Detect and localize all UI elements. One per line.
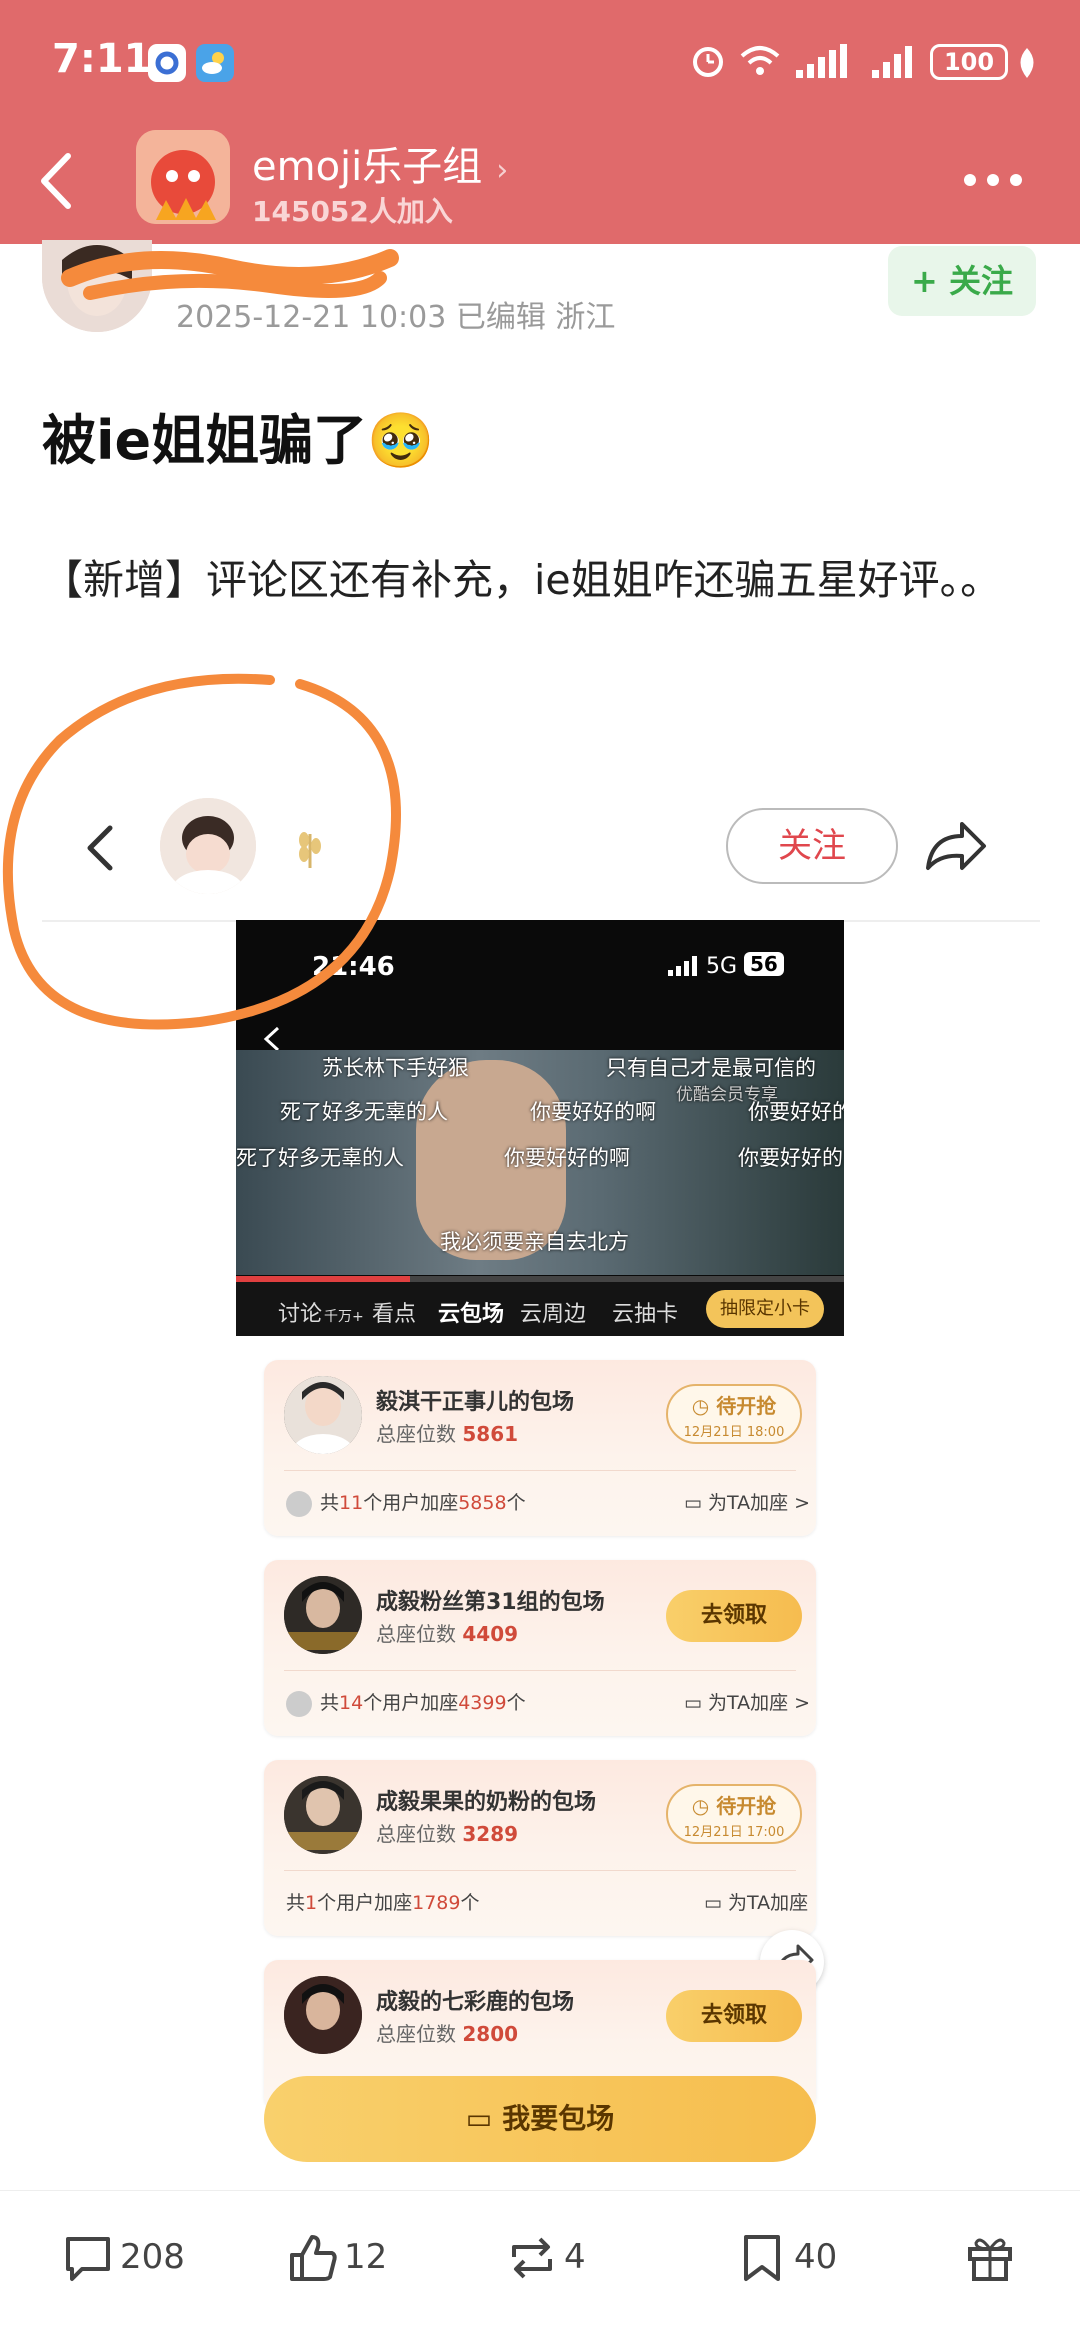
group-avatar[interactable]	[136, 130, 230, 224]
danmaku: 你要好好的	[748, 1100, 844, 1124]
shot-network: 5G	[706, 954, 738, 979]
comment-count: 208	[120, 2237, 185, 2277]
danmaku: 死了好多无辜的人	[236, 1146, 404, 1170]
danmaku: 只有自己才是最可信的	[606, 1056, 816, 1080]
comment-button[interactable]: 208	[62, 2231, 185, 2291]
sofa-icon: ▭	[684, 1492, 702, 1514]
theater-card: 成毅果果的奶粉的包场 总座位数 3289 ◷ 待开抢 12月21日 17:00 …	[264, 1760, 816, 1936]
bottom-action-bar: 208 12 4 40	[0, 2190, 1080, 2331]
danmaku: 我必须要亲自去北方	[440, 1230, 629, 1254]
comment-icon	[66, 2237, 110, 2281]
signal-icon-2	[870, 44, 920, 84]
card-title: 成毅粉丝第31组的包场	[376, 1590, 605, 1615]
shot-tab-bar: 讨论 千万+ 看点 云包场 云周边 云抽卡 抽限定小卡	[236, 1282, 844, 1336]
sofa-icon: ▭	[704, 1892, 722, 1914]
tab-discussion: 讨论 千万+	[278, 1302, 364, 1327]
card-seats: 总座位数 3289	[376, 1822, 519, 1846]
tab-highlights: 看点	[372, 1302, 417, 1327]
chevron-right-icon: ›	[496, 153, 509, 188]
card-avatar	[284, 1376, 362, 1454]
danmaku: 你要好好的啊	[530, 1100, 656, 1124]
card-avatar	[284, 1576, 362, 1654]
repost-count: 4	[564, 2237, 586, 2277]
tab-cloud-cards: 云抽卡	[612, 1302, 679, 1327]
thumbs-up-icon	[290, 2235, 337, 2281]
bookmark-icon	[744, 2235, 780, 2281]
more-options-button[interactable]	[958, 160, 1028, 200]
share-icon	[922, 816, 988, 876]
member-count: 145052人加入	[252, 195, 453, 228]
book-theater-button: ▭ 我要包场	[264, 2076, 816, 2162]
card-add-seat: ▭ 为TA加座 >	[684, 1692, 811, 1714]
card-users: 共14个用户加座4399个	[286, 1688, 526, 1717]
card-avatar	[284, 1776, 362, 1854]
pending-date: 12月21日 17:00	[683, 1825, 785, 1840]
gift-button[interactable]	[964, 2231, 1016, 2291]
danmaku: 死了好多无辜的人	[280, 1100, 448, 1124]
wifi-icon	[738, 40, 782, 84]
shot-signal-badge: 56	[744, 952, 784, 976]
follow-author-button[interactable]: + 关注	[888, 246, 1036, 316]
tab-cloud-theater: 云包场	[438, 1302, 505, 1327]
pending-badge: ◷ 待开抢 12月21日 18:00	[666, 1384, 802, 1444]
pending-date: 12月21日 18:00	[683, 1425, 785, 1440]
repost-button[interactable]: 4	[506, 2231, 586, 2291]
card-add-seat: ▭ 为TA加座 >	[684, 1492, 811, 1514]
more-dots-icon	[286, 1690, 312, 1717]
card-users: 共11个用户加座5858个	[286, 1488, 526, 1517]
card-title: 成毅的七彩鹿的包场	[376, 1990, 575, 2015]
like-count: 12	[344, 2237, 388, 2277]
theater-card: 成毅粉丝第31组的包场 总座位数 4409 去领取 共14个用户加座4399个 …	[264, 1560, 816, 1736]
embedded-screenshot: 21:46 5G 56 苏长林下手好狠 只有自己才是最可信的 优酷会员专享 死了…	[236, 920, 844, 2190]
danmaku: 苏长林下手好狠	[322, 1056, 469, 1080]
card-title: 成毅果果的奶粉的包场	[376, 1790, 597, 1815]
card-title: 毅淇干正事儿的包场	[376, 1390, 575, 1415]
pending-label: ◷ 待开抢	[691, 1394, 777, 1418]
repost-icon	[512, 2237, 552, 2279]
battery-indicator: 100	[930, 44, 1008, 80]
sofa-icon: ▭	[684, 1692, 702, 1714]
status-time: 7:11	[52, 36, 152, 82]
app-notification-icon	[148, 44, 186, 82]
claim-button: 去领取	[666, 1590, 802, 1642]
favorite-count: 40	[794, 2237, 838, 2277]
card-seats: 总座位数 4409	[376, 1622, 519, 1646]
danmaku: 你要好好的	[738, 1146, 843, 1170]
post-title: 被ie姐姐骗了🥹	[42, 409, 435, 472]
theater-card: 毅淇干正事儿的包场 总座位数 5861 ◷ 待开抢 12月21日 18:00 共…	[264, 1360, 816, 1536]
pending-badge: ◷ 待开抢 12月21日 17:00	[666, 1784, 802, 1844]
card-avatar	[284, 1976, 362, 2054]
card-users: 共1个用户加座1789个	[286, 1892, 480, 1914]
favorite-button[interactable]: 40	[736, 2231, 837, 2291]
more-dots-icon	[286, 1490, 312, 1517]
post-meta: 2025-12-21 10:03 已编辑 浙江	[176, 300, 616, 335]
group-name-text: emoji乐子组	[252, 144, 483, 190]
weather-icon	[196, 44, 234, 82]
annotation-circle	[2, 673, 401, 1030]
claim-button: 去领取	[666, 1990, 802, 2042]
tab-cloud-merch: 云周边	[520, 1302, 587, 1327]
card-seats: 总座位数 2800	[376, 2022, 519, 2046]
post-body: 【新增】评论区还有补充，ie姐姐咋还骗五星好评。。	[42, 556, 1002, 604]
limited-card-button: 抽限定小卡	[706, 1290, 824, 1328]
signal-icon	[792, 44, 856, 84]
inner-follow-label: 关注	[726, 808, 898, 884]
clock-icon: ◷	[691, 1794, 710, 1818]
group-header: emoji乐子组 › 145052人加入	[0, 120, 1080, 244]
card-add-seat: ▭ 为TA加座	[704, 1892, 809, 1914]
alarm-icon	[688, 40, 728, 84]
danmaku: 你要好好的啊	[504, 1146, 630, 1170]
clock-icon: ◷	[691, 1394, 710, 1418]
gift-icon	[968, 2238, 1012, 2281]
group-name[interactable]: emoji乐子组 ›	[252, 134, 508, 192]
sofa-icon: ▭	[465, 2102, 493, 2135]
shot-signal-icon	[666, 956, 698, 982]
card-seats: 总座位数 5861	[376, 1422, 519, 1446]
pending-label: ◷ 待开抢	[691, 1794, 777, 1818]
back-button[interactable]	[30, 146, 90, 216]
like-button[interactable]: 12	[286, 2231, 387, 2291]
leaf-icon	[1014, 46, 1040, 84]
status-bar: 7:11 100	[0, 0, 1080, 120]
